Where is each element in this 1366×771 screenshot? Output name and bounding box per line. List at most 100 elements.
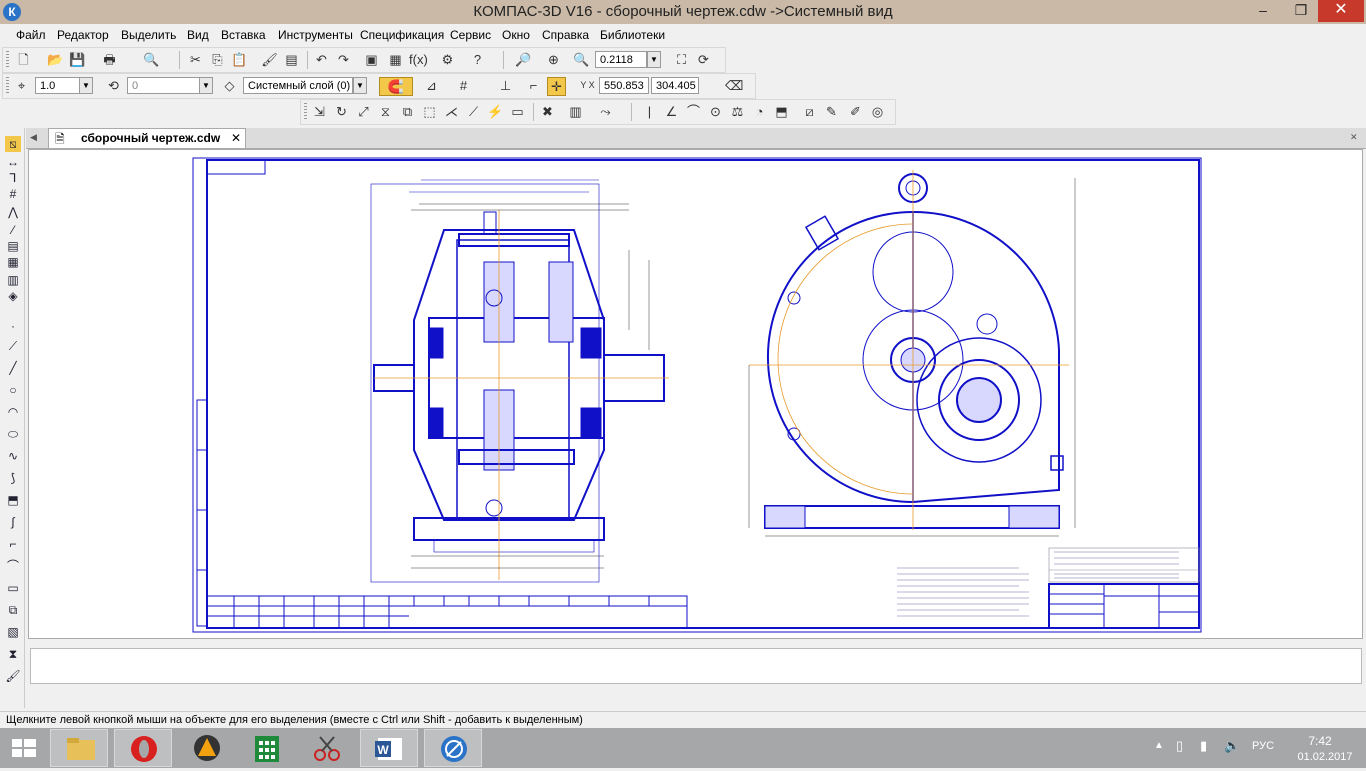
step-field[interactable]: 1.0 bbox=[35, 77, 81, 94]
symmetry-icon[interactable]: ⧖ bbox=[377, 103, 394, 120]
spline-icon[interactable]: ∿ bbox=[5, 448, 21, 464]
menu-libraries[interactable]: Библиотеки bbox=[600, 28, 665, 42]
menu-tools[interactable]: Инструменты bbox=[278, 28, 353, 42]
cursor-snap-icon[interactable]: ✛ bbox=[547, 77, 566, 96]
menu-select[interactable]: Выделить bbox=[121, 28, 176, 42]
local-cs-icon[interactable]: ⌖ bbox=[13, 77, 30, 94]
context-help-icon[interactable]: ? bbox=[469, 51, 486, 68]
break-icon[interactable]: ⚡ bbox=[487, 103, 504, 120]
taskbar-scissors-tool[interactable] bbox=[298, 729, 356, 767]
copy-array-icon[interactable]: ⧉ bbox=[399, 103, 416, 120]
axis-icon[interactable]: ⊥ bbox=[497, 77, 514, 94]
redo-icon[interactable]: ↷ bbox=[335, 51, 352, 68]
layer-dropdown[interactable]: ▼ bbox=[353, 77, 367, 94]
step-dropdown[interactable]: ▼ bbox=[79, 77, 93, 94]
tab-scroll-left-icon[interactable]: ◀ bbox=[30, 132, 37, 143]
fill-icon[interactable]: ⧗ bbox=[5, 646, 21, 662]
brush-tool-icon[interactable]: 🖌 bbox=[5, 668, 21, 684]
angle-measure-icon[interactable]: ∠ bbox=[663, 103, 680, 120]
refresh-icon[interactable]: ⟳ bbox=[695, 51, 712, 68]
angle-step-field[interactable]: 0 bbox=[127, 77, 201, 94]
assoc-views-icon[interactable]: ▦ bbox=[5, 254, 21, 270]
menu-service[interactable]: Сервис bbox=[450, 28, 491, 42]
print-icon[interactable]: 🖶 bbox=[101, 51, 118, 68]
save-icon[interactable]: 💾 bbox=[69, 51, 86, 68]
trim-icon[interactable]: ⟋ bbox=[465, 103, 482, 120]
taskbar-kompas[interactable] bbox=[424, 729, 482, 767]
restore-button[interactable]: ❐ bbox=[1284, 0, 1318, 22]
menu-view[interactable]: Вид bbox=[187, 28, 209, 42]
spec-icon[interactable]: ▥ bbox=[5, 272, 21, 288]
hatch-clear-icon[interactable]: ▥ bbox=[567, 103, 584, 120]
radius-icon[interactable]: ◔ bbox=[751, 103, 768, 120]
toolbar-grip[interactable] bbox=[6, 77, 9, 95]
editing-icon[interactable]: # bbox=[5, 186, 21, 202]
taskbar-opera[interactable] bbox=[114, 729, 172, 767]
curve-icon[interactable]: ∫ bbox=[5, 514, 21, 530]
layers-view-icon[interactable]: ⧄ bbox=[801, 103, 818, 120]
show-hidden-icons-icon[interactable]: ▲ bbox=[1154, 740, 1164, 751]
coord-y-field[interactable]: 304.405 bbox=[651, 77, 699, 94]
format-brush-icon[interactable]: 🖌 bbox=[261, 51, 278, 68]
variables-icon[interactable]: f(x) bbox=[409, 51, 428, 68]
geometry-icon[interactable]: ⧅ bbox=[5, 136, 21, 152]
length-curve-icon[interactable]: ⌒ bbox=[685, 103, 702, 120]
mass-icon[interactable]: ⚖ bbox=[729, 103, 746, 120]
symbols-icon[interactable]: Ꞁ bbox=[5, 170, 21, 186]
pencil-icon[interactable]: ✎ bbox=[823, 103, 840, 120]
menu-file[interactable]: Файл bbox=[16, 28, 46, 42]
contour-icon[interactable]: ⧉ bbox=[5, 602, 21, 618]
toolbar-grip[interactable] bbox=[6, 51, 9, 69]
collect-contour-icon[interactable]: ⤳ bbox=[597, 103, 614, 120]
library-manager-icon[interactable]: ▦ bbox=[387, 51, 404, 68]
point-tool-icon[interactable]: · bbox=[5, 318, 21, 334]
constraints-icon[interactable]: ⚙ bbox=[439, 51, 456, 68]
reports-icon[interactable]: ◈ bbox=[5, 288, 21, 304]
close-button[interactable]: ✕ bbox=[1318, 0, 1364, 22]
drawing-canvas[interactable] bbox=[28, 149, 1363, 639]
polyline-icon[interactable]: ⟆ bbox=[5, 470, 21, 486]
ellipse-icon[interactable]: ⬭ bbox=[5, 426, 21, 442]
paste-icon[interactable]: 📋 bbox=[231, 51, 248, 68]
show-all-icon[interactable]: ⛶ bbox=[673, 51, 690, 68]
parameterization-icon[interactable]: ⋀ bbox=[5, 204, 21, 220]
dimensions-icon[interactable]: ↔ bbox=[5, 154, 21, 170]
layer-field[interactable]: Системный слой (0) bbox=[243, 77, 353, 94]
rotate-icon[interactable]: ↻ bbox=[333, 103, 350, 120]
distance-icon[interactable]: | bbox=[641, 103, 658, 120]
zoom-dropdown[interactable]: ▼ bbox=[647, 51, 661, 68]
taskbar-file-explorer[interactable] bbox=[50, 729, 108, 767]
volume-icon[interactable]: 🔈 bbox=[1224, 738, 1240, 754]
toolbar-grip[interactable] bbox=[304, 103, 307, 121]
undo-icon[interactable]: ↶ bbox=[313, 51, 330, 68]
orthogonal-icon[interactable]: ⊿ bbox=[423, 77, 440, 94]
network-signal-icon[interactable]: ▮ bbox=[1200, 738, 1207, 754]
menu-help[interactable]: Справка bbox=[542, 28, 589, 42]
area-icon[interactable]: ⬒ bbox=[773, 103, 790, 120]
chamfer-icon[interactable]: ⌐ bbox=[5, 536, 21, 552]
aux-line-icon[interactable]: ⟋ bbox=[5, 338, 21, 354]
delete-icon[interactable]: ✖ bbox=[539, 103, 556, 120]
taskbar-autocad[interactable] bbox=[178, 729, 236, 767]
tab-close-all-icon[interactable]: ✕ bbox=[1350, 132, 1358, 143]
move-icon[interactable]: ⇲ bbox=[311, 103, 328, 120]
arc-icon[interactable]: ◠ bbox=[5, 404, 21, 420]
zoom-all-icon[interactable]: ⊕ bbox=[545, 51, 562, 68]
check-icon[interactable]: ✐ bbox=[847, 103, 864, 120]
copy-icon[interactable]: ⎘ bbox=[209, 51, 226, 68]
input-language[interactable]: РУС bbox=[1252, 740, 1274, 752]
document-tab[interactable]: 🗎 сборочный чертеж.cdw ✕ bbox=[48, 128, 246, 148]
zoom-scale-icon[interactable]: 🔍 bbox=[573, 51, 590, 68]
point-icon[interactable]: ⊙ bbox=[707, 103, 724, 120]
rectangle-tool-icon[interactable]: ⬒ bbox=[5, 492, 21, 508]
cut-curve-icon[interactable]: ⋌ bbox=[443, 103, 460, 120]
start-button[interactable] bbox=[0, 729, 48, 767]
rectangle-icon[interactable]: ▭ bbox=[5, 580, 21, 596]
properties-icon[interactable]: ▤ bbox=[283, 51, 300, 68]
clock-date[interactable]: 01.02.2017 bbox=[1290, 751, 1360, 763]
minimize-button[interactable]: – bbox=[1246, 0, 1280, 22]
deform-icon[interactable]: ⬚ bbox=[421, 103, 438, 120]
split-icon[interactable]: ▭ bbox=[509, 103, 526, 120]
measure-icon[interactable]: ⁄ bbox=[5, 222, 21, 238]
print-preview-icon[interactable]: 🔍 bbox=[143, 51, 160, 68]
